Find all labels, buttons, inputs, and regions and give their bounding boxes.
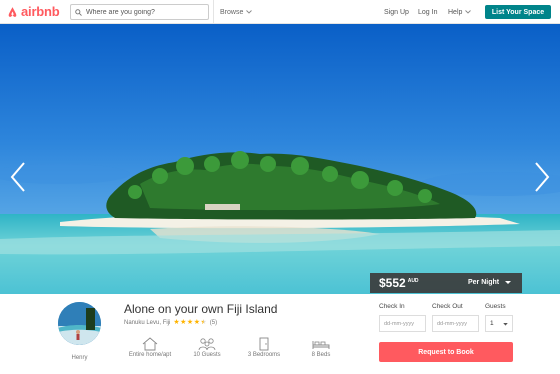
guests-select[interactable]: 1 <box>485 315 513 332</box>
top-nav: airbnb Browse Sign Up Log In Help List Y… <box>0 0 560 24</box>
browse-label: Browse <box>220 8 244 16</box>
browse-menu[interactable]: Browse <box>213 0 263 24</box>
feature-beds: 8 Beds <box>291 337 351 358</box>
list-your-space-button[interactable]: List Your Space <box>485 5 551 19</box>
island-photo <box>0 24 560 294</box>
airbnb-logo[interactable]: airbnb <box>7 4 60 19</box>
request-to-book-button[interactable]: Request to Book <box>379 342 513 362</box>
signup-link[interactable]: Sign Up <box>384 0 409 24</box>
guests-icon <box>198 338 216 351</box>
checkin-placeholder: dd-mm-yyyy <box>384 320 414 327</box>
star-icon: ★ <box>173 319 180 326</box>
host-name: Henry <box>71 355 88 361</box>
rating-stars: ★ ★ ★ ★ ★ <box>173 319 206 326</box>
star-icon: ★ <box>186 319 194 326</box>
next-photo-arrow[interactable] <box>534 162 550 192</box>
price-bar: $552 AUD Per Night <box>370 273 522 293</box>
review-count: (5) <box>209 319 218 326</box>
checkout-placeholder: dd-mm-yyyy <box>437 320 467 327</box>
search-box[interactable] <box>70 4 209 20</box>
search-input[interactable] <box>86 8 204 16</box>
feature-label: Entire home/apt <box>128 352 172 358</box>
chevron-down-icon <box>465 10 472 14</box>
login-link[interactable]: Log In <box>418 0 437 24</box>
chevron-down-icon <box>246 10 253 14</box>
checkout-label: Check Out <box>432 303 463 310</box>
feature-room-type: Entire home/apt <box>120 337 180 358</box>
bed-icon <box>312 341 330 349</box>
guests-value: 1 <box>490 320 494 327</box>
caret-down-icon <box>503 323 508 326</box>
door-icon <box>259 337 269 351</box>
feature-bedrooms: 3 Bedrooms <box>234 337 294 358</box>
star-icon: ★ <box>193 319 200 326</box>
brand-name: airbnb <box>21 4 60 19</box>
prev-photo-arrow[interactable] <box>10 162 26 192</box>
checkin-label: Check In <box>379 303 405 310</box>
hero-photo <box>0 24 560 294</box>
checkout-input[interactable]: dd-mm-yyyy <box>432 315 479 332</box>
host-avatar[interactable] <box>58 302 101 345</box>
star-icon: ★ <box>180 319 187 326</box>
checkin-input[interactable]: dd-mm-yyyy <box>379 315 426 332</box>
nightly-price: $552 <box>379 276 406 290</box>
search-icon <box>75 8 82 16</box>
caret-down-icon[interactable] <box>505 281 511 284</box>
guests-label: Guests <box>485 303 506 310</box>
feature-label: 8 Beds <box>311 352 331 358</box>
help-label: Help <box>448 8 463 16</box>
price-currency: AUD <box>407 278 419 284</box>
per-night-selector[interactable]: Per Night <box>468 279 499 286</box>
feature-label: 3 Bedrooms <box>247 352 281 358</box>
help-menu[interactable]: Help <box>448 0 472 24</box>
airbnb-logo-icon <box>8 6 17 17</box>
listing-title: Alone on your own Fiji Island <box>124 302 278 316</box>
host-photo <box>58 302 101 345</box>
listing-location-row: Nanuku Levu, Fiji ★ ★ ★ ★ ★ (5) <box>124 319 217 326</box>
home-icon <box>142 337 158 351</box>
feature-guests: 10 Guests <box>177 337 237 358</box>
half-star-icon: ★ <box>200 319 207 326</box>
listing-location: Nanuku Levu, Fiji <box>124 319 171 326</box>
feature-label: 10 Guests <box>193 352 221 358</box>
